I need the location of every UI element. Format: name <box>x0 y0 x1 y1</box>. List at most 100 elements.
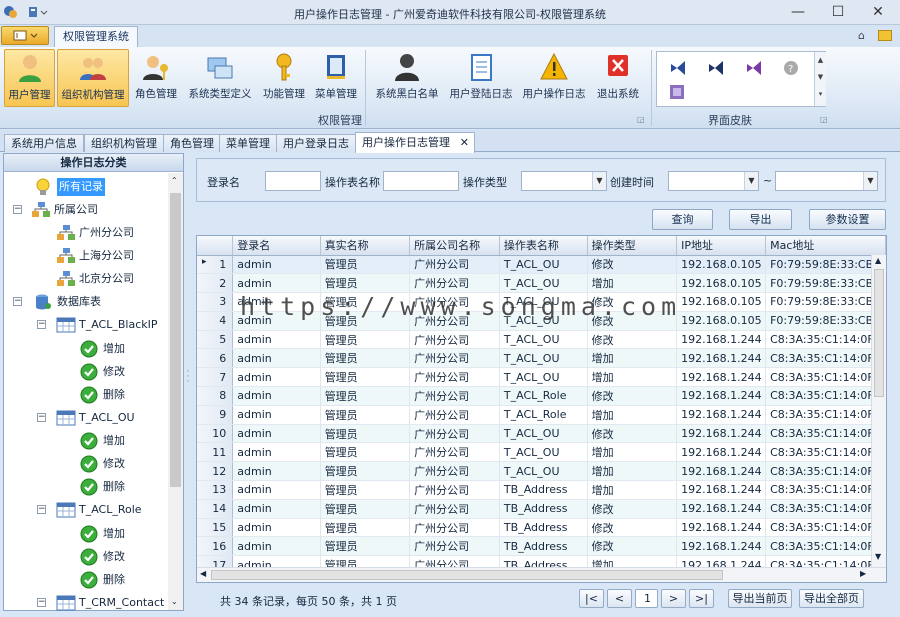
tree-node[interactable]: 所有记录 <box>4 177 168 197</box>
table-row[interactable]: 10 admin 管理员 广州分公司 T_ACL_OU 修改 192.168.1.244 C8… <box>197 424 886 444</box>
table-row[interactable]: 15 admin 管理员 广州分公司 TB_Address 修改 192.168.1.244… <box>197 518 886 538</box>
grid-horizontal-scrollbar[interactable]: ◀ ▶ <box>197 567 886 582</box>
app-menu-button[interactable] <box>1 26 49 45</box>
operation-log-button[interactable]: 用户操作日志 <box>518 49 590 107</box>
column-header[interactable]: 操作表名称 <box>499 236 588 256</box>
query-button[interactable]: 查询 <box>652 209 713 230</box>
login-log-button[interactable]: 用户登陆日志 <box>446 49 516 107</box>
table-row[interactable]: 11 admin 管理员 广州分公司 T_ACL_OU 增加 192.168.1.244 C8… <box>197 442 886 463</box>
table-row[interactable]: 16 admin 管理员 广州分公司 TB_Address 修改 192.168.1.244… <box>197 536 886 557</box>
table-name-input[interactable] <box>383 171 459 191</box>
column-header[interactable]: IP地址 <box>676 236 767 256</box>
tree-collapse-icon[interactable]: − <box>37 413 46 422</box>
blacklist-button[interactable]: 系统黑白名单 <box>370 49 444 107</box>
settings-button[interactable]: 参数设置 <box>809 209 886 230</box>
start-date-picker[interactable]: ▼ <box>668 171 759 191</box>
table-row[interactable]: 13 admin 管理员 广州分公司 TB_Address 增加 192.168.1.244… <box>197 480 886 500</box>
table-row[interactable]: 6 admin 管理员 广州分公司 T_ACL_OU 增加 192.168.1.244 C8:… <box>197 348 886 369</box>
scroll-thumb[interactable] <box>170 193 181 487</box>
table-row[interactable]: 12 admin 管理员 广州分公司 T_ACL_OU 增加 192.168.1.244 C8… <box>197 461 886 482</box>
prev-page-button[interactable]: < <box>607 589 632 608</box>
user-management-button[interactable]: 用户管理 <box>4 49 55 107</box>
tree-node[interactable]: 广州分公司 <box>4 223 168 243</box>
table-row[interactable]: 1 ▸ admin 管理员 广州分公司 T_ACL_OU 修改 192.168.0.105 F0… <box>197 255 886 275</box>
skin-scroll[interactable]: ▲ ▼ ▾ <box>814 52 826 106</box>
tab-login-log[interactable]: 用户登录日志 <box>276 134 356 152</box>
last-page-button[interactable]: >| <box>689 589 714 608</box>
scroll-down-icon[interactable]: ⌄ <box>171 597 178 606</box>
skin-vs-icon[interactable] <box>669 60 687 79</box>
tree-node[interactable]: − 数据库表 <box>4 292 168 312</box>
column-header[interactable]: 登录名 <box>232 236 321 256</box>
login-name-input[interactable] <box>265 171 321 191</box>
table-row[interactable]: 2 admin 管理员 广州分公司 T_ACL_OU 增加 192.168.0.105 F0:… <box>197 273 886 294</box>
minimize-button[interactable]: — <box>778 0 818 24</box>
next-page-button[interactable]: > <box>661 589 686 608</box>
tree-node[interactable]: − 所属公司 <box>4 200 168 220</box>
export-current-page-button[interactable]: 导出当前页 <box>728 589 792 608</box>
tree-node[interactable]: 修改 <box>4 547 168 567</box>
tree-node[interactable]: − T_ACL_BlackIP <box>4 315 168 335</box>
column-header[interactable]: 真实名称 <box>320 236 411 256</box>
exit-system-button[interactable]: 退出系统 <box>592 49 644 107</box>
maximize-button[interactable]: ☐ <box>818 0 858 24</box>
skin-image-icon[interactable] <box>669 84 685 103</box>
tree-node[interactable]: 上海分公司 <box>4 246 168 266</box>
tree-node[interactable]: 增加 <box>4 339 168 359</box>
scroll-up-icon[interactable]: ▲ <box>875 256 881 265</box>
tree-scrollbar[interactable]: ⌃ ⌄ <box>168 173 183 610</box>
scroll-up-icon[interactable]: ⌃ <box>171 176 178 185</box>
tree-node[interactable]: 修改 <box>4 362 168 382</box>
dialog-launcher-icon[interactable]: ◲ <box>820 115 828 124</box>
skin-gallery[interactable]: ? ▲ ▼ ▾ <box>656 51 826 107</box>
end-date-picker[interactable]: ▼ <box>775 171 878 191</box>
tab-org-management[interactable]: 组织机构管理 <box>84 134 164 152</box>
tree-collapse-icon[interactable]: − <box>37 598 46 607</box>
tab-permission-system[interactable]: 权限管理系统 <box>54 26 138 47</box>
scroll-thumb[interactable] <box>211 570 723 580</box>
operation-type-select[interactable]: ▼ <box>521 171 607 191</box>
role-management-button[interactable]: 角色管理 <box>131 49 181 107</box>
tab-menu-management[interactable]: 菜单管理 <box>219 134 277 152</box>
close-button[interactable]: ✕ <box>858 0 898 24</box>
tree-node[interactable]: 删除 <box>4 385 168 405</box>
page-number-input[interactable]: 1 <box>635 589 658 608</box>
tab-operation-log[interactable]: 用户操作日志管理 ✕ <box>355 132 475 153</box>
export-all-pages-button[interactable]: 导出全部页 <box>799 589 864 608</box>
tree-node[interactable]: 增加 <box>4 431 168 451</box>
tree-node[interactable]: − T_ACL_OU <box>4 408 168 428</box>
tab-system-users[interactable]: 系统用户信息 <box>4 134 84 152</box>
scroll-right-icon[interactable]: ▶ <box>860 569 866 578</box>
dialog-launcher-icon[interactable]: ◲ <box>637 115 645 124</box>
scroll-thumb[interactable] <box>874 269 884 397</box>
tree-collapse-icon[interactable]: − <box>37 505 46 514</box>
tree-collapse-icon[interactable]: − <box>13 297 22 306</box>
tree-node[interactable]: − T_CRM_Contact <box>4 593 168 611</box>
tree-collapse-icon[interactable]: − <box>13 205 22 214</box>
function-management-button[interactable]: 功能管理 <box>259 49 309 107</box>
table-row[interactable]: 3 admin 管理员 广州分公司 T_ACL_OU 修改 192.168.0.105 F0:… <box>197 292 886 312</box>
grid-vertical-scrollbar[interactable]: ▲ ▼ <box>871 255 886 567</box>
table-row[interactable]: 9 admin 管理员 广州分公司 T_ACL_Role 增加 192.168.1.244 C… <box>197 405 886 425</box>
column-header[interactable]: Mac地址 <box>765 236 886 256</box>
tree-node[interactable]: − T_ACL_Role <box>4 500 168 520</box>
tree-node[interactable]: 增加 <box>4 524 168 544</box>
column-header[interactable]: 所属公司名称 <box>409 236 500 256</box>
tree-node[interactable]: 修改 <box>4 454 168 474</box>
menu-management-button[interactable]: 菜单管理 <box>311 49 361 107</box>
tab-role-management[interactable]: 角色管理 <box>163 134 221 152</box>
table-row[interactable]: 5 admin 管理员 广州分公司 T_ACL_OU 修改 192.168.1.244 C8:… <box>197 330 886 350</box>
tree-node[interactable]: 北京分公司 <box>4 269 168 289</box>
table-row[interactable]: 8 admin 管理员 广州分公司 T_ACL_Role 修改 192.168.1.244 C… <box>197 386 886 406</box>
scroll-down-icon[interactable]: ▼ <box>875 552 881 561</box>
splitter-handle[interactable]: · · · <box>185 368 191 390</box>
skin-gray-icon[interactable]: ? <box>783 60 799 79</box>
close-tab-icon[interactable]: ✕ <box>460 133 469 152</box>
skin-vs-dark-icon[interactable] <box>707 60 725 79</box>
tree-collapse-icon[interactable]: − <box>37 320 46 329</box>
org-management-button[interactable]: 组织机构管理 <box>57 49 129 107</box>
table-row[interactable]: 4 admin 管理员 广州分公司 T_ACL_OU 修改 192.168.0.105 F0:… <box>197 311 886 331</box>
column-header[interactable]: 操作类型 <box>587 236 678 256</box>
scroll-left-icon[interactable]: ◀ <box>200 569 206 578</box>
notification-icon[interactable] <box>878 30 892 41</box>
